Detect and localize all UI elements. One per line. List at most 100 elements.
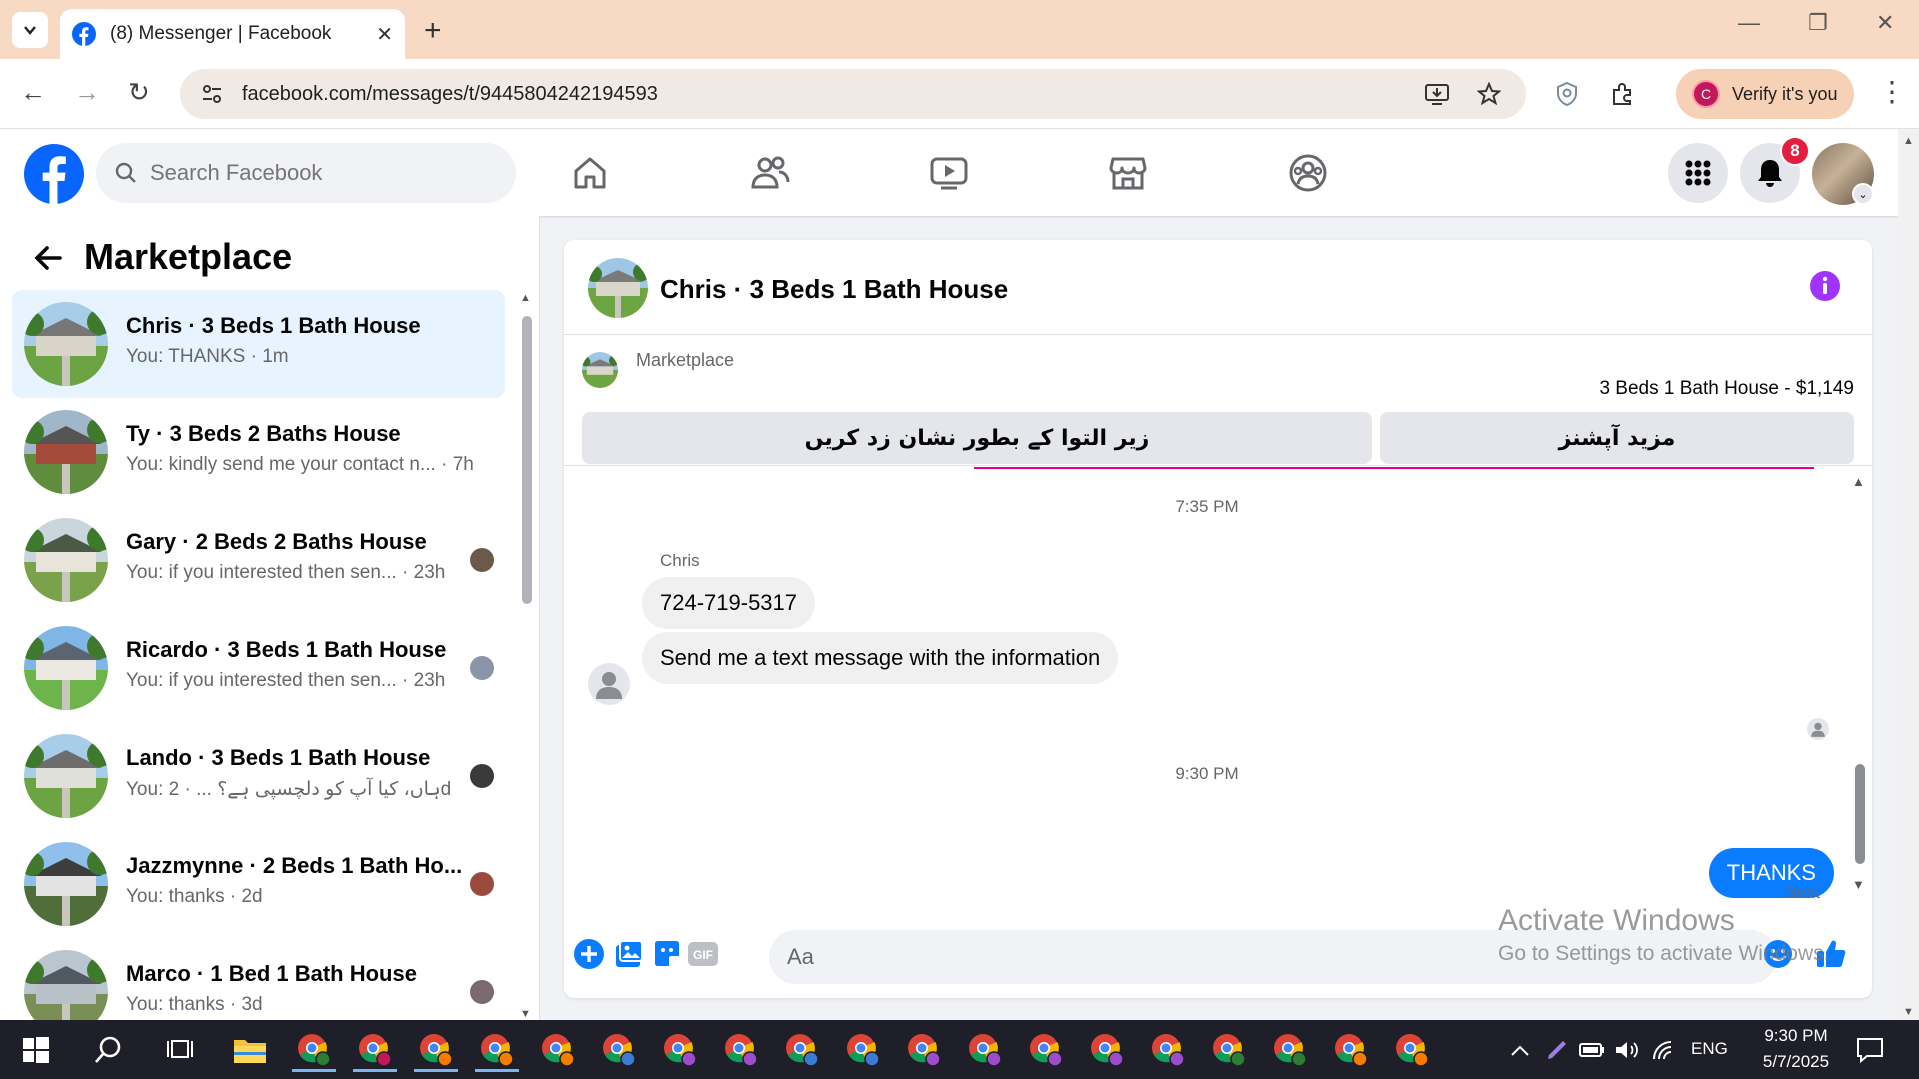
chrome-profile-window-button[interactable] bbox=[536, 1028, 580, 1072]
address-bar[interactable]: facebook.com/messages/t/9445804242194593 bbox=[180, 69, 1526, 119]
more-actions-plus-icon[interactable] bbox=[572, 937, 606, 971]
search-input[interactable] bbox=[150, 160, 490, 186]
friends-tab[interactable] bbox=[746, 149, 794, 197]
conversation-item[interactable]: Gary · 2 Beds 2 Baths House You: if you i… bbox=[12, 506, 505, 614]
conversation-title: Chris · 3 Beds 1 Bath House bbox=[126, 313, 421, 338]
conversation-item[interactable]: Chris · 3 Beds 1 Bath House You: THANKS ·… bbox=[12, 290, 505, 398]
site-info-icon[interactable] bbox=[200, 82, 224, 106]
back-icon[interactable]: ← bbox=[20, 77, 46, 108]
facebook-logo-icon[interactable] bbox=[24, 144, 84, 204]
more-options-button[interactable]: مزید آپشنز bbox=[1380, 412, 1854, 464]
chrome-profile-window-button[interactable] bbox=[841, 1028, 885, 1072]
sender-avatar[interactable] bbox=[588, 663, 630, 705]
clock-date[interactable]: 5/7/2025 bbox=[1748, 1052, 1844, 1072]
clock-time[interactable]: 9:30 PM bbox=[1752, 1026, 1840, 1046]
chrome-profile-window-button[interactable] bbox=[902, 1028, 946, 1072]
extensions-puzzle-icon[interactable] bbox=[1608, 79, 1638, 109]
chrome-profile-window-button[interactable] bbox=[780, 1028, 824, 1072]
chrome-icon bbox=[664, 1034, 697, 1067]
conversation-title: Lando · 3 Beds 1 Bath House bbox=[126, 745, 431, 770]
chrome-profile-window-button[interactable] bbox=[1207, 1028, 1251, 1072]
browser-tab[interactable]: (8) Messenger | Facebook ✕ bbox=[60, 9, 405, 59]
shield-extension-icon[interactable] bbox=[1552, 79, 1582, 109]
chat-house-avatar[interactable] bbox=[588, 258, 648, 318]
file-explorer-button[interactable] bbox=[228, 1028, 272, 1072]
restore-icon[interactable]: ❐ bbox=[1808, 10, 1828, 36]
page-scrollbar[interactable]: ▲ ▼ bbox=[1898, 129, 1919, 1020]
chrome-profile-window-button[interactable] bbox=[475, 1028, 519, 1072]
forward-icon[interactable]: → bbox=[74, 77, 100, 108]
scroll-thumb[interactable] bbox=[522, 316, 532, 604]
chrome-profile-window-button[interactable] bbox=[292, 1028, 336, 1072]
new-tab-button[interactable]: + bbox=[424, 14, 442, 48]
scroll-up-icon[interactable]: ▲ bbox=[1903, 135, 1914, 147]
chrome-profile-window-button[interactable] bbox=[414, 1028, 458, 1072]
scroll-up-icon[interactable]: ▲ bbox=[520, 292, 531, 304]
listing-thumbnail bbox=[24, 302, 108, 386]
start-button[interactable] bbox=[14, 1028, 58, 1072]
scroll-down-icon[interactable]: ▼ bbox=[1852, 877, 1865, 892]
chrome-profile-window-button[interactable] bbox=[963, 1028, 1007, 1072]
facebook-search-box[interactable] bbox=[96, 143, 516, 203]
marketplace-tab[interactable] bbox=[1104, 149, 1152, 197]
chrome-profile-window-button[interactable] bbox=[597, 1028, 641, 1072]
incoming-message[interactable]: 724-719-5317 bbox=[642, 577, 816, 629]
mark-as-pending-button[interactable]: زیر التوا کے بطور نشان زد کریں bbox=[582, 412, 1372, 464]
chrome-profile-window-button[interactable] bbox=[719, 1028, 763, 1072]
language-indicator[interactable]: ENG bbox=[1691, 1039, 1728, 1059]
account-chevron-down-icon[interactable]: ⌄ bbox=[1852, 183, 1874, 205]
conversation-item[interactable]: Ricardo · 3 Beds 1 Bath House You: if you… bbox=[12, 614, 505, 722]
wifi-icon[interactable] bbox=[1642, 1028, 1686, 1072]
chrome-profile-window-button[interactable] bbox=[1024, 1028, 1068, 1072]
conversation-list-scrollbar[interactable]: ▲ ▼ bbox=[516, 216, 536, 1020]
menu-button[interactable] bbox=[1668, 143, 1728, 203]
chrome-profile-window-button[interactable] bbox=[353, 1028, 397, 1072]
close-tab-icon[interactable]: ✕ bbox=[376, 22, 393, 47]
sticker-icon[interactable] bbox=[650, 937, 684, 971]
home-tab[interactable] bbox=[566, 149, 614, 197]
search-button[interactable] bbox=[86, 1028, 130, 1072]
listing-thumbnail[interactable] bbox=[582, 352, 618, 388]
scroll-down-icon[interactable]: ▼ bbox=[520, 1008, 531, 1020]
scroll-down-icon[interactable]: ▼ bbox=[1903, 1006, 1914, 1018]
listing-price-title[interactable]: 3 Beds 1 Bath House - $1,149 bbox=[1599, 378, 1854, 400]
incoming-message[interactable]: Send me a text message with the informat… bbox=[642, 632, 1119, 684]
profile-avatar: C bbox=[1692, 80, 1720, 108]
conversation-item[interactable]: Jazzmynne · 2 Beds 1 Bath Ho... You: than… bbox=[12, 830, 505, 938]
task-view-button[interactable] bbox=[158, 1028, 202, 1072]
more-menu-icon[interactable]: ⋮ bbox=[1878, 75, 1906, 108]
chrome-profile-window-button[interactable] bbox=[658, 1028, 702, 1072]
chrome-profile-window-button[interactable] bbox=[1390, 1028, 1434, 1072]
seen-avatar bbox=[470, 548, 494, 572]
chrome-icon bbox=[420, 1034, 453, 1067]
gif-icon[interactable]: GIF bbox=[686, 937, 720, 971]
attach-photo-icon[interactable] bbox=[612, 937, 646, 971]
chrome-profile-window-button[interactable] bbox=[1268, 1028, 1312, 1072]
chrome-icon bbox=[1152, 1034, 1185, 1067]
video-tab[interactable] bbox=[925, 149, 973, 197]
chrome-profile-window-button[interactable] bbox=[1329, 1028, 1373, 1072]
scroll-up-icon[interactable]: ▲ bbox=[1852, 474, 1865, 489]
reload-icon[interactable]: ↻ bbox=[128, 77, 150, 108]
minimize-icon[interactable]: — bbox=[1738, 10, 1760, 36]
verify-profile-button[interactable]: C Verify it's you bbox=[1676, 69, 1854, 119]
chrome-profile-window-button[interactable] bbox=[1146, 1028, 1190, 1072]
window-close-icon[interactable]: ✕ bbox=[1876, 10, 1894, 36]
conversation-title: Gary · 2 Beds 2 Baths House bbox=[126, 529, 427, 554]
action-center-icon bbox=[1857, 1038, 1883, 1063]
groups-tab[interactable] bbox=[1284, 149, 1332, 197]
conversation-item[interactable]: Ty · 3 Beds 2 Baths House You: kindly sen… bbox=[12, 398, 505, 506]
tab-search-button[interactable] bbox=[12, 12, 48, 48]
info-icon[interactable] bbox=[1809, 270, 1841, 302]
notification-center-button[interactable] bbox=[1848, 1028, 1892, 1072]
scroll-thumb[interactable] bbox=[1855, 764, 1865, 864]
install-app-icon[interactable] bbox=[1422, 79, 1452, 109]
chrome-icon bbox=[1030, 1034, 1063, 1067]
read-receipt-avatar bbox=[1807, 718, 1829, 740]
chat-scrollbar[interactable]: ▲ ▼ bbox=[1848, 472, 1870, 892]
url-text: facebook.com/messages/t/9445804242194593 bbox=[242, 82, 658, 105]
conversation-item[interactable]: Lando · 3 Beds 1 Bath House You: ہاں، کیا… bbox=[12, 722, 505, 830]
back-arrow-icon[interactable] bbox=[30, 240, 66, 276]
bookmark-star-icon[interactable] bbox=[1474, 79, 1504, 109]
chrome-profile-window-button[interactable] bbox=[1085, 1028, 1129, 1072]
